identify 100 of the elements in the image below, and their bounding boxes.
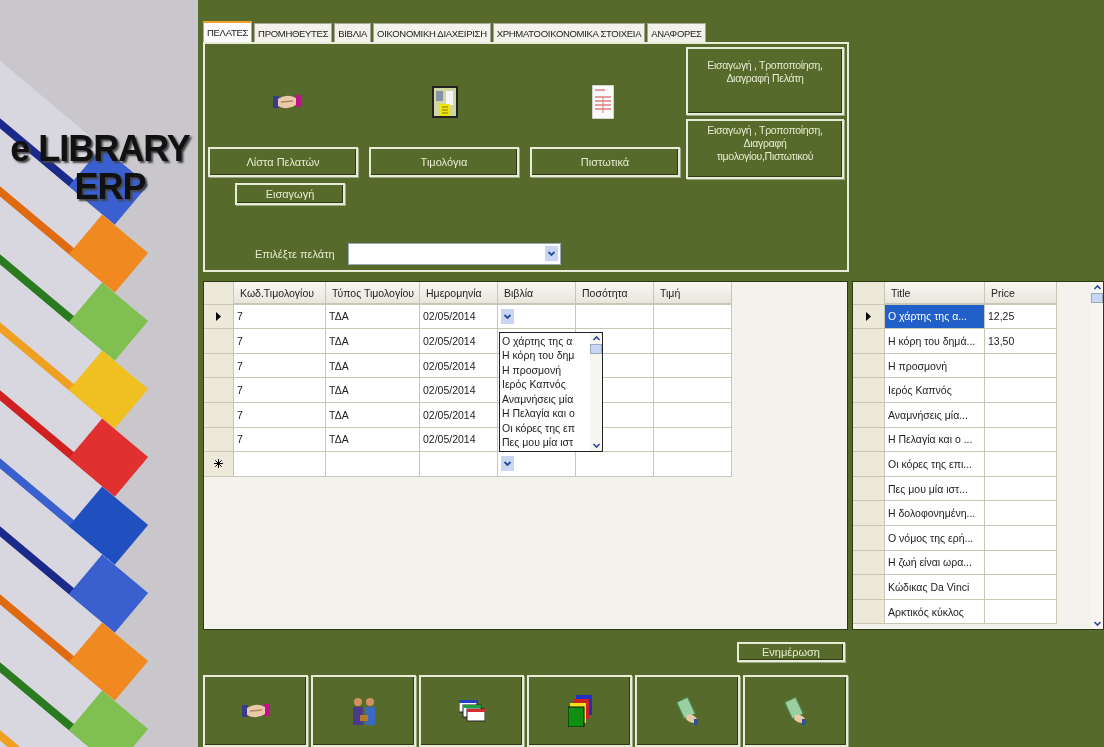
table-cell[interactable] [654,378,732,403]
table-cell[interactable]: Η δολοφονημένη... [885,501,985,526]
table-cell[interactable]: 7 [234,353,326,379]
table-cell[interactable]: ΤΔΑ [326,353,420,379]
table-cell[interactable] [234,452,326,477]
table-cell[interactable] [498,304,576,330]
toolbar-button[interactable] [419,675,524,747]
table-cell[interactable]: Κώδικας Da Vinci [885,575,985,600]
row-header[interactable] [204,452,234,477]
dropdown-item[interactable]: Οι κόρες της επ [502,420,588,436]
table-cell[interactable] [985,550,1057,576]
column-header[interactable]: Βιβλία [498,281,576,305]
table-cell[interactable] [654,403,732,428]
table-cell[interactable] [498,452,576,477]
table-cell[interactable]: 02/05/2014 [420,378,498,403]
table-cell[interactable]: ΤΔΑ [326,427,420,453]
table-cell[interactable]: 7 [234,304,326,330]
table-cell[interactable] [985,403,1057,428]
table-cell[interactable]: Ο χάρτης της α... [885,304,985,330]
table-cell[interactable]: ΤΔΑ [326,329,420,354]
table-cell[interactable]: 02/05/2014 [420,403,498,428]
table-cell[interactable] [654,427,732,453]
table-cell[interactable]: Πες μου μία ιστ... [885,476,985,502]
tab[interactable]: ΠΕΛΑΤΕΣ [203,21,253,42]
table-cell[interactable] [576,304,654,330]
toolbar-button[interactable] [635,675,740,747]
tab[interactable]: ΠΡΟΜΗΘΕΥΤΕΣ [254,23,333,42]
table-cell[interactable] [985,378,1057,403]
dropdown-item[interactable]: Ο χάρτης της α [502,333,588,349]
table-cell[interactable] [654,353,732,379]
tab[interactable]: ΒΙΒΛΙΑ [334,23,372,42]
toolbar-button[interactable] [743,675,848,747]
table-cell[interactable]: Αρκτικός κύκλος [885,599,985,625]
table-cell[interactable]: Ο νόμος της ερή... [885,525,985,551]
table-cell[interactable]: Αναμνήσεις μία... [885,403,985,428]
tab[interactable]: ΑΝΑΦΟΡΕΣ [647,23,706,42]
table-cell[interactable]: 12,25 [985,304,1057,330]
table-cell[interactable]: Η κόρη του δημά... [885,329,985,354]
table-cell[interactable]: Η προσμονή [885,353,985,379]
table-cell[interactable] [654,452,732,477]
table-cell[interactable] [654,304,732,330]
column-header[interactable]: Τύπος Τιμολογίου [326,281,420,305]
table-cell[interactable]: 02/05/2014 [420,353,498,379]
insert-button[interactable]: Εισαγωγή [235,183,345,205]
tab[interactable]: ΧΡΗΜΑΤΟΟΙΚΟΝΟΜΙΚΑ ΣΤΟΙΧΕΙΑ [492,23,646,42]
table-cell[interactable]: ΤΔΑ [326,304,420,330]
row-header[interactable] [853,304,885,330]
action-button[interactable]: Τιμολόγια [369,147,519,177]
column-header[interactable]: Price [985,281,1057,305]
scrollbar[interactable] [1091,281,1103,629]
table-cell[interactable] [985,427,1057,453]
table-cell[interactable]: Η ζωή είναι ωρα... [885,550,985,576]
dropdown-item[interactable]: Ιερός Καπνός [502,377,588,392]
action-button[interactable]: Εισαγωγή , Τροποποίηση, Διαγραφή τιμολογίου,Πιστωτικού [686,119,844,179]
scrollbar-thumb[interactable] [1091,292,1103,303]
action-button[interactable]: Λίστα Πελατών [208,147,358,177]
table-cell[interactable] [420,452,498,477]
dropdown-item[interactable]: Η Πελαγία και ο [502,406,588,421]
action-button[interactable]: Εισαγωγή , Τροποποίηση, Διαγραφή Πελάτη [686,47,844,115]
table-cell[interactable] [985,525,1057,551]
action-button[interactable]: Πιστωτικά [530,147,680,177]
customer-select[interactable] [348,242,561,265]
table-cell[interactable]: Ιερός Καπνός [885,378,985,403]
table-cell[interactable]: ΤΔΑ [326,403,420,428]
toolbar-button[interactable] [311,675,416,747]
table-cell[interactable]: 13,50 [985,329,1057,354]
dropdown-item[interactable]: Η προσμονή [502,362,588,378]
table-cell[interactable] [985,476,1057,502]
table-cell[interactable]: Η Πελαγία και ο ... [885,427,985,453]
table-cell[interactable]: 7 [234,329,326,354]
dropdown-item[interactable]: Η κόρη του δημ [502,348,588,363]
dropdown-item[interactable]: Πες μου μία ιστ [502,435,588,450]
table-cell[interactable]: 7 [234,427,326,453]
table-cell[interactable]: ΤΔΑ [326,378,420,403]
table-cell[interactable] [985,452,1057,477]
column-header[interactable]: Τιμή [654,281,732,305]
row-header[interactable] [204,304,234,330]
table-cell[interactable]: 02/05/2014 [420,329,498,354]
toolbar-button[interactable] [527,675,632,747]
table-cell[interactable]: 7 [234,378,326,403]
update-button[interactable]: Ενημέρωση [737,642,845,662]
table-cell[interactable] [985,501,1057,526]
table-cell[interactable] [985,575,1057,600]
table-cell[interactable] [576,452,654,477]
table-cell[interactable]: 7 [234,403,326,428]
column-header[interactable]: Κωδ.Τιμολογίου [234,281,326,305]
table-cell[interactable] [654,329,732,354]
table-cell[interactable]: 02/05/2014 [420,304,498,330]
column-header[interactable]: Ποσότητα [576,281,654,305]
dropdown-item[interactable]: Αναμνήσεις μία [502,391,588,407]
toolbar-button[interactable] [203,675,308,747]
column-header[interactable]: Title [885,281,985,305]
table-cell[interactable] [985,353,1057,379]
column-header[interactable]: Ημερομηνία [420,281,498,305]
table-cell[interactable] [985,599,1057,625]
table-cell[interactable]: 02/05/2014 [420,427,498,453]
table-cell[interactable]: Οι κόρες της επι... [885,452,985,477]
scrollbar-thumb[interactable] [590,343,602,354]
scrollbar[interactable] [590,332,602,451]
table-cell[interactable] [326,452,420,477]
